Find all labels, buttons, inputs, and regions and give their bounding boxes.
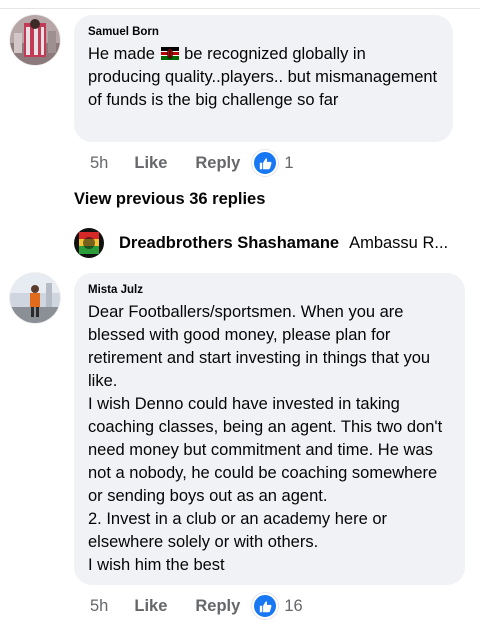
thumbs-up-icon[interactable] (252, 150, 279, 176)
view-previous-replies-link[interactable]: View previous 36 replies (74, 190, 265, 209)
comment-time[interactable]: 5h (90, 597, 108, 616)
like-button[interactable]: Like (134, 597, 167, 616)
comment-actions: 5h Like Reply 16 (90, 593, 303, 619)
comment-text: He made be recognized globally in produc… (88, 43, 439, 112)
comment-author[interactable]: Mista Julz (88, 283, 451, 297)
reply-preview-author[interactable]: Dreadbrothers Shashamane (119, 234, 339, 253)
reaction-count[interactable]: 1 (284, 154, 293, 173)
kenya-flag-icon (160, 47, 179, 60)
reply-preview[interactable]: Dreadbrothers Shashamane Ambassu R... (74, 228, 469, 258)
reply-button[interactable]: Reply (195, 154, 240, 173)
reply-preview-text: Ambassu R... (349, 233, 449, 252)
avatar-samuel-born[interactable] (10, 15, 60, 65)
like-button[interactable]: Like (134, 154, 167, 173)
avatar-dreadbrothers[interactable] (74, 228, 104, 258)
comment-text-part: He made (88, 45, 160, 63)
reply-button[interactable]: Reply (195, 597, 240, 616)
top-divider (0, 8, 480, 9)
comment-bubble[interactable]: Samuel Born He made be recognized global… (74, 15, 453, 142)
thumbs-up-icon[interactable] (252, 593, 279, 619)
comment-bubble[interactable]: Mista Julz Dear Footballers/sportsmen. W… (74, 273, 465, 585)
comment-text: Dear Footballers/sportsmen. When you are… (88, 303, 443, 574)
comment-actions: 5h Like Reply 1 (90, 150, 294, 176)
reaction-count[interactable]: 16 (284, 597, 302, 616)
comment-time[interactable]: 5h (90, 154, 108, 173)
comment-author[interactable]: Samuel Born (88, 25, 439, 39)
avatar-mista-julz[interactable] (10, 273, 60, 323)
